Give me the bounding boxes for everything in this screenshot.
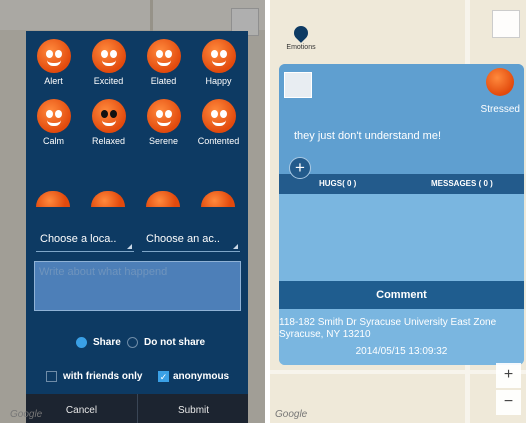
messages-button[interactable]: MESSAGES ( 0 ) (431, 179, 493, 188)
share-label: Share (93, 337, 121, 348)
serene-face-icon (146, 99, 181, 133)
emotion-label: Happy (205, 76, 232, 86)
emotion-serene[interactable]: Serene (136, 99, 191, 146)
emotion-label: Alert (44, 76, 63, 86)
description-textarea[interactable]: Write about what happend (34, 261, 241, 311)
emotion-label: Contented (197, 136, 240, 146)
emotion-relaxed[interactable]: Relaxed (81, 99, 136, 146)
dropdown-caret-icon (127, 244, 132, 249)
emotion-face-icon[interactable] (91, 191, 125, 207)
stressed-face-icon (486, 68, 514, 96)
hugs-button[interactable]: HUGS( 0 ) (319, 179, 356, 188)
emotion-elated[interactable]: Elated (136, 39, 191, 86)
address-line-2: Syracuse, NY 13210 (279, 329, 371, 340)
google-attribution: Google (10, 409, 43, 420)
map-pin-icon (291, 23, 311, 43)
elated-face-icon (146, 39, 181, 73)
activity-select[interactable]: Choose an ac.. (142, 228, 240, 252)
emotion-label: Elated (150, 76, 177, 86)
anonymous-checkbox[interactable]: ✓ (158, 371, 169, 382)
textarea-placeholder: Write about what happend (39, 266, 168, 278)
timestamp: 2014/05/15 13:09:32 (355, 346, 448, 357)
map-road (270, 370, 526, 374)
emotion-label: Relaxed (91, 136, 126, 146)
avatar (284, 72, 312, 98)
relaxed-face-icon (91, 99, 126, 133)
address-block: 118-182 Smith Dr Syracuse University Eas… (279, 309, 524, 365)
zoom-out-button[interactable]: − (496, 390, 521, 415)
emotion-face-icon[interactable] (146, 191, 180, 207)
do-not-share-radio[interactable] (127, 337, 138, 348)
emotion-label: Excited (93, 76, 124, 86)
location-select-value: Choose a loca.. (40, 233, 117, 245)
friends-only-label: with friends only (63, 371, 143, 382)
emotion-label: Serene (148, 136, 179, 146)
address-line-1: 118-182 Smith Dr Syracuse University Eas… (279, 317, 497, 328)
emotion-label: Calm (42, 136, 64, 146)
happy-face-icon (201, 39, 236, 73)
emotion-calm[interactable]: Calm (26, 99, 81, 146)
contented-face-icon (201, 99, 236, 133)
emotion-detail-card: Stressed they just don't understand me! … (279, 64, 524, 365)
calm-face-icon (36, 99, 71, 133)
dropdown-caret-icon (233, 244, 238, 249)
compose-screen: Alert Excited Elated Happy Calm Relaxed … (0, 0, 265, 423)
emotion-excited[interactable]: Excited (81, 39, 136, 86)
google-attribution: Google (275, 409, 308, 420)
add-hug-icon[interactable]: + (289, 157, 311, 179)
excited-face-icon (91, 39, 126, 73)
emotions-map-marker[interactable]: Emotions (285, 23, 317, 51)
new-emotion-dialog: Alert Excited Elated Happy Calm Relaxed … (26, 31, 248, 423)
dialog-button-bar: Cancel Submit (26, 394, 248, 423)
cancel-button[interactable]: Cancel (26, 394, 137, 423)
detail-screen: Emotions Stressed they just don't unders… (270, 0, 526, 423)
my-location-button[interactable] (492, 10, 520, 38)
hugs-messages-bar: HUGS( 0 ) MESSAGES ( 0 ) (279, 174, 524, 194)
emotion-label: Stressed (480, 104, 520, 115)
submit-button[interactable]: Submit (138, 394, 249, 423)
emotion-face-icon[interactable] (36, 191, 70, 207)
friends-only-checkbox[interactable] (46, 371, 57, 382)
post-text: they just don't understand me! (294, 130, 442, 142)
activity-select-value: Choose an ac.. (146, 233, 220, 245)
emotion-alert[interactable]: Alert (26, 39, 81, 86)
share-radio[interactable] (76, 337, 87, 348)
emotion-contented[interactable]: Contented (191, 99, 246, 146)
zoom-in-button[interactable]: + (496, 363, 521, 388)
alert-face-icon (36, 39, 71, 73)
emotion-face-icon[interactable] (201, 191, 235, 207)
do-not-share-label: Do not share (144, 337, 206, 348)
anonymous-label: anonymous (173, 371, 230, 382)
location-select[interactable]: Choose a loca.. (36, 228, 134, 252)
marker-label: Emotions (286, 44, 316, 51)
emotion-happy[interactable]: Happy (191, 39, 246, 86)
comment-button[interactable]: Comment (279, 281, 524, 309)
